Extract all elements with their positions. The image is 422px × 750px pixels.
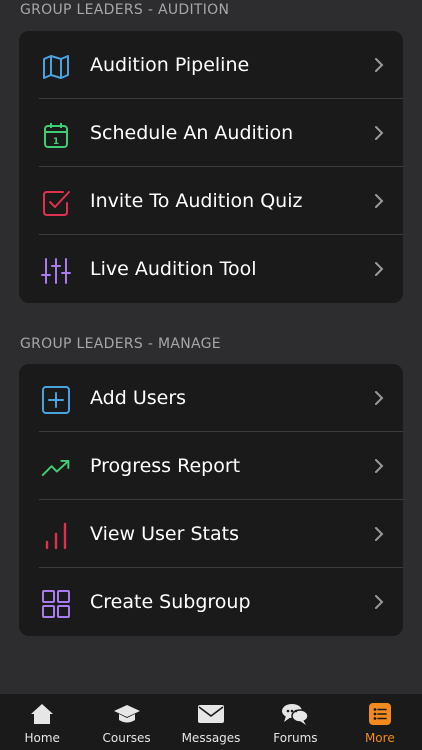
menu-item-label: Live Audition Tool (90, 258, 257, 280)
menu-item-label: Add Users (90, 387, 187, 409)
menu-item-label: Invite To Audition Quiz (90, 190, 303, 212)
calendar-day: 1 (53, 137, 59, 147)
graduation-cap-icon (113, 701, 141, 727)
home-icon (28, 701, 56, 727)
menu-item-progress-report[interactable]: Progress Report (19, 432, 403, 500)
plus-square-icon (41, 385, 71, 415)
tab-label: Forums (273, 731, 318, 745)
menu-item-audition-pipeline[interactable]: Audition Pipeline (19, 31, 403, 99)
tab-messages[interactable]: Messages (169, 694, 253, 750)
trending-up-icon (41, 453, 71, 483)
menu-item-schedule-audition[interactable]: 1 Schedule An Audition (19, 99, 403, 167)
menu-item-label: Progress Report (90, 455, 241, 477)
menu-item-invite-quiz[interactable]: Invite To Audition Quiz (19, 167, 403, 235)
sliders-icon (41, 256, 71, 286)
menu-item-label: Audition Pipeline (90, 54, 250, 76)
calendar-icon: 1 (41, 120, 71, 150)
chevron-right-icon (375, 527, 384, 541)
section-title-audition: GROUP LEADERS - AUDITION (20, 2, 230, 18)
list-icon (366, 701, 394, 727)
checkbox-icon (41, 188, 71, 218)
tab-more[interactable]: More (338, 694, 422, 750)
tab-home[interactable]: Home (0, 694, 84, 750)
chevron-right-icon (375, 391, 384, 405)
chevron-right-icon (375, 126, 384, 140)
menu-item-live-audition-tool[interactable]: Live Audition Tool (19, 235, 403, 303)
grid-icon (41, 589, 71, 619)
tab-courses[interactable]: Courses (84, 694, 168, 750)
menu-item-label: Schedule An Audition (90, 122, 294, 144)
menu-item-create-subgroup[interactable]: Create Subgroup (19, 568, 403, 636)
tab-label: Messages (181, 731, 241, 745)
map-icon (41, 52, 71, 82)
chevron-right-icon (375, 262, 384, 276)
section-title-manage: GROUP LEADERS - MANAGE (20, 336, 221, 352)
chevron-right-icon (375, 595, 384, 609)
tab-label: Courses (102, 731, 151, 745)
tab-label: More (364, 731, 395, 745)
manage-card: Add Users Progress Report View User Stat… (19, 364, 403, 636)
chevron-right-icon (375, 194, 384, 208)
bar-chart-icon (41, 521, 71, 551)
chat-bubbles-icon (281, 701, 310, 727)
audition-card: Audition Pipeline 1 Schedule An Audition… (19, 31, 403, 303)
menu-item-label: Create Subgroup (90, 591, 251, 613)
menu-item-view-user-stats[interactable]: View User Stats (19, 500, 403, 568)
menu-item-add-users[interactable]: Add Users (19, 364, 403, 432)
envelope-icon (197, 701, 225, 727)
chevron-right-icon (375, 58, 384, 72)
bottom-tab-bar: Home Courses Messages Forums More (0, 694, 422, 750)
tab-forums[interactable]: Forums (253, 694, 337, 750)
tab-label: Home (24, 731, 60, 745)
menu-item-label: View User Stats (90, 523, 239, 545)
chevron-right-icon (375, 459, 384, 473)
